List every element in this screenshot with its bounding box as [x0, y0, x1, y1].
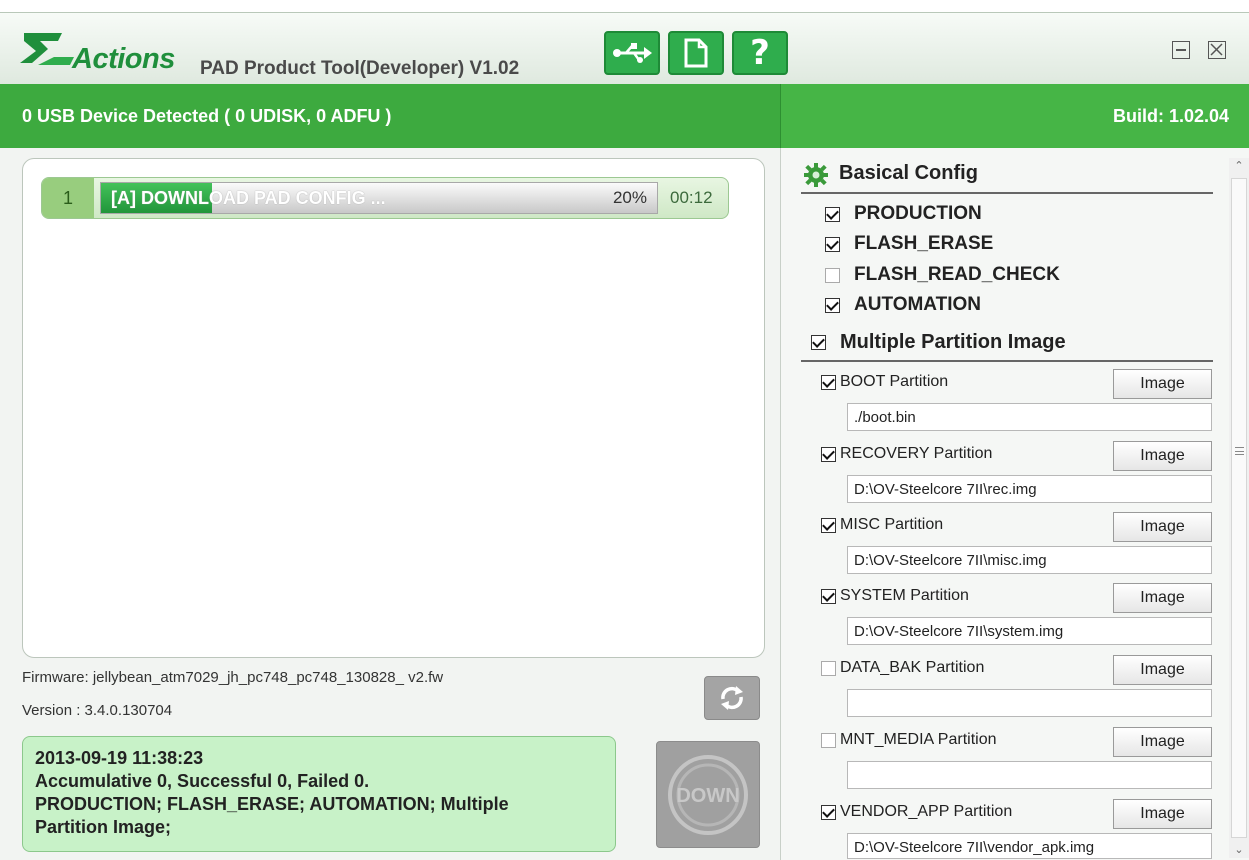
document-icon	[684, 38, 708, 68]
image-button[interactable]: Image	[1113, 583, 1212, 613]
help-icon: ?	[750, 33, 770, 73]
brand-name: Actions	[72, 43, 175, 75]
task-progress-bar: [A] DOWNLOAD PAD CONFIG ... 20%	[100, 182, 658, 214]
title-bar: Actions PAD Product Tool(Developer) V1.0…	[0, 12, 1249, 84]
grip-icon	[1235, 447, 1244, 455]
partition-path-field[interactable]: D:\OV-Steelcore 7II\misc.img	[847, 546, 1212, 574]
partition-path-field[interactable]	[847, 689, 1212, 717]
partition-checkbox[interactable]	[821, 517, 836, 533]
gear-icon	[804, 163, 828, 187]
multi-partition-checkbox[interactable]	[811, 335, 826, 350]
partition-checkbox[interactable]	[821, 588, 836, 604]
vendor-app-partition-toggle[interactable]: VENDOR_APP Partition	[821, 803, 1012, 821]
section-divider	[801, 192, 1213, 194]
system-partition-toggle[interactable]: SYSTEM Partition	[821, 587, 969, 605]
mnt-media-partition-toggle[interactable]: MNT_MEDIA Partition	[821, 731, 996, 749]
scroll-down-icon[interactable]: ⌄	[1231, 842, 1247, 858]
option-label: FLASH_READ_CHECK	[854, 264, 1060, 285]
task-percent: 20%	[612, 188, 647, 207]
device-count-status: 0 USB Device Detected ( 0 UDISK, 0 ADFU …	[22, 106, 392, 126]
status-bar-right: Build: 1.02.04	[780, 84, 1249, 148]
multi-partition-toggle[interactable]: Multiple Partition Image	[811, 331, 1066, 354]
config-scrollbar[interactable]: ⌃ ⌄	[1229, 158, 1249, 858]
automation-checkbox[interactable]	[825, 297, 840, 313]
image-button[interactable]: Image	[1113, 799, 1212, 829]
partition-path-field[interactable]: ./boot.bin	[847, 403, 1212, 431]
app-title: PAD Product Tool(Developer) V1.02	[200, 58, 520, 79]
flash-erase-checkbox[interactable]	[825, 236, 840, 252]
task-row[interactable]: 1 [A] DOWNLOAD PAD CONFIG ... 20% 00:12	[41, 177, 729, 219]
partition-checkbox[interactable]	[821, 804, 836, 820]
boot-partition-toggle[interactable]: BOOT Partition	[821, 373, 948, 391]
usb-button[interactable]	[604, 31, 660, 75]
partition-label: BOOT Partition	[840, 373, 949, 390]
option-flash-erase[interactable]: FLASH_ERASE	[825, 233, 993, 255]
option-label: PRODUCTION	[854, 203, 982, 224]
config-panel: Basical Config PRODUCTION FLASH_ERASE FL…	[780, 148, 1249, 860]
device-task-list: 1 [A] DOWNLOAD PAD CONFIG ... 20% 00:12	[22, 158, 765, 658]
partition-label: SYSTEM Partition	[840, 587, 969, 604]
log-line: PRODUCTION; FLASH_ERASE; AUTOMATION; Mul…	[35, 794, 509, 814]
partition-checkbox[interactable]	[821, 446, 836, 462]
download-icon: DOWN	[668, 754, 748, 835]
firmware-label: Firmware: jellybean_atm7029_jh_pc748_pc7…	[22, 669, 444, 686]
help-button[interactable]: ?	[732, 31, 788, 75]
partition-path-field[interactable]: D:\OV-Steelcore 7II\rec.img	[847, 475, 1212, 503]
actions-logo-icon	[20, 33, 74, 65]
image-button[interactable]: Image	[1113, 369, 1212, 399]
image-button[interactable]: Image	[1113, 512, 1212, 542]
partition-path-field[interactable]: D:\OV-Steelcore 7II\vendor_apk.img	[847, 833, 1212, 859]
refresh-icon	[721, 686, 743, 710]
option-production[interactable]: PRODUCTION	[825, 203, 982, 225]
partition-label: RECOVERY Partition	[840, 445, 993, 462]
document-button[interactable]	[668, 31, 724, 75]
download-button[interactable]: DOWN	[656, 741, 760, 848]
build-version: Build: 1.02.04	[1112, 106, 1229, 126]
partition-checkbox[interactable]	[821, 374, 836, 390]
partition-path-field[interactable]	[847, 761, 1212, 789]
image-button[interactable]: Image	[1113, 655, 1212, 685]
close-button[interactable]	[1208, 41, 1226, 59]
partition-checkbox[interactable]	[821, 660, 836, 676]
log-box: 2013-09-19 11:38:23 Accumulative 0, Succ…	[22, 736, 616, 852]
refresh-button[interactable]	[704, 676, 760, 720]
partition-path-field[interactable]: D:\OV-Steelcore 7II\system.img	[847, 617, 1212, 645]
version-label: Version : 3.4.0.130704	[22, 702, 173, 719]
basic-config-heading: Basical Config	[839, 162, 978, 184]
log-line: 2013-09-19 11:38:23	[35, 748, 204, 768]
recovery-partition-toggle[interactable]: RECOVERY Partition	[821, 445, 992, 463]
production-checkbox[interactable]	[825, 206, 840, 222]
option-flash-read-check[interactable]: FLASH_READ_CHECK	[825, 264, 1060, 286]
log-line: Partition Image;	[35, 817, 172, 837]
scroll-up-icon[interactable]: ⌃	[1231, 158, 1247, 174]
image-button[interactable]: Image	[1113, 727, 1212, 757]
task-time: 00:12	[670, 188, 713, 207]
status-bar: 0 USB Device Detected ( 0 UDISK, 0 ADFU …	[0, 84, 1249, 148]
task-label: [A] DOWNLOAD PAD CONFIG ...	[111, 188, 386, 208]
download-label: DOWN	[676, 785, 739, 807]
left-panel: 1 [A] DOWNLOAD PAD CONFIG ... 20% 00:12 …	[0, 148, 780, 860]
usb-icon	[613, 43, 652, 63]
flash-read-check-checkbox[interactable]	[825, 267, 840, 283]
multi-partition-heading: Multiple Partition Image	[840, 331, 1066, 353]
option-automation[interactable]: AUTOMATION	[825, 294, 981, 316]
option-label: AUTOMATION	[854, 294, 982, 315]
option-label: FLASH_ERASE	[854, 233, 994, 254]
section-divider	[801, 360, 1213, 362]
partition-label: DATA_BAK Partition	[840, 659, 985, 676]
data-bak-partition-toggle[interactable]: DATA_BAK Partition	[821, 659, 984, 677]
image-button[interactable]: Image	[1113, 441, 1212, 471]
partition-label: MNT_MEDIA Partition	[840, 731, 997, 748]
scroll-thumb[interactable]	[1231, 178, 1247, 838]
misc-partition-toggle[interactable]: MISC Partition	[821, 516, 943, 534]
partition-checkbox[interactable]	[821, 732, 836, 748]
minimize-button[interactable]	[1172, 41, 1190, 59]
close-icon	[1210, 43, 1223, 56]
log-line: Accumulative 0, Successful 0, Failed 0.	[35, 771, 370, 791]
partition-label: VENDOR_APP Partition	[840, 803, 1013, 820]
task-number: 1	[42, 178, 94, 218]
partition-label: MISC Partition	[840, 516, 944, 533]
